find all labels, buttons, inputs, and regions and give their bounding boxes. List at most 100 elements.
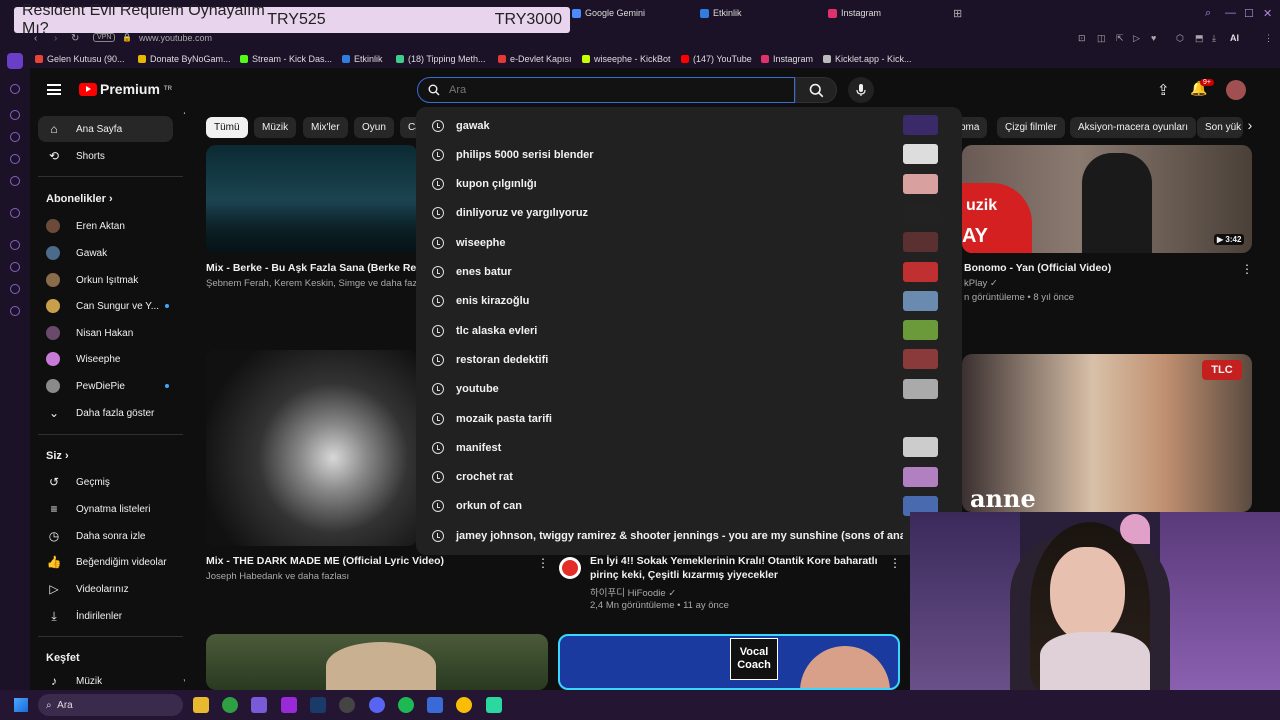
suggestion-thumbnail[interactable] — [903, 261, 938, 282]
sidebar-channel[interactable]: Gawak — [38, 240, 173, 266]
scroll-down-icon[interactable]: ▼ — [182, 677, 185, 686]
search-suggestion[interactable]: dinliyoruz ve yargılıyoruz — [416, 199, 962, 228]
sidebar-channel[interactable]: Orkun Işıtmak — [38, 267, 173, 293]
copilot-icon[interactable] — [251, 697, 267, 713]
channel-avatar[interactable] — [559, 557, 581, 579]
chip-music[interactable]: Müzik — [254, 117, 297, 138]
chrome-icon[interactable] — [456, 697, 472, 713]
video-thumbnail[interactable]: TLC anne — [962, 354, 1252, 512]
chip-cartoons[interactable]: Çizgi filmler — [997, 117, 1065, 138]
sidebar-channel[interactable]: PewDiePie — [38, 373, 173, 399]
suggestion-thumbnail[interactable] — [903, 290, 938, 311]
search-suggestion[interactable]: enis kirazoğlu — [416, 287, 962, 316]
channel-name[interactable]: 하이푸디 HiFoodie ✓ — [590, 585, 676, 599]
sidebar-item-your-videos[interactable]: ▷ Videolarınız — [38, 576, 173, 602]
video-title[interactable]: Mix - Berke - Bu Aşk Fazla Sana (Berke R… — [206, 261, 418, 275]
search-input[interactable] — [449, 84, 749, 96]
chips-next-icon[interactable]: › — [1240, 117, 1260, 138]
search-suggestion[interactable]: restoran dedektifi — [416, 345, 962, 374]
ai-button[interactable]: AI — [1230, 33, 1239, 43]
panel-icon-2[interactable] — [10, 110, 20, 120]
bookmark-icon[interactable]: ⊡ — [1078, 33, 1086, 44]
search-suggestion[interactable]: crochet rat — [416, 463, 962, 492]
bookmark-etkinlik[interactable]: Etkinlik — [342, 54, 383, 64]
maximize-icon[interactable]: ☐ — [1244, 7, 1254, 20]
subscriptions-header[interactable]: Abonelikler › — [46, 193, 113, 205]
bookmark-youtube[interactable]: (147) YouTube — [681, 54, 752, 64]
tab-instagram[interactable]: Instagram — [828, 8, 881, 18]
search-button[interactable] — [795, 77, 837, 103]
video-title[interactable]: Mix - THE DARK MADE ME (Official Lyric V… — [206, 554, 444, 568]
bookmark-kicklet[interactable]: Kicklet.app - Kick... — [823, 54, 912, 64]
steam-icon[interactable] — [310, 697, 326, 713]
panel-icon-7[interactable] — [10, 262, 20, 272]
search-suggestion[interactable]: orkun of can — [416, 492, 962, 521]
sidebar-item-history[interactable]: ↺ Geçmiş — [38, 469, 173, 495]
heart-icon[interactable]: ♥ — [1151, 33, 1156, 43]
sidebar-item-playlists[interactable]: ≡ Oynatma listeleri — [38, 496, 173, 522]
video-thumbnail[interactable] — [206, 634, 548, 690]
search-suggestion[interactable]: wiseephe — [416, 228, 962, 257]
chip-recent[interactable]: Son yük — [1197, 117, 1244, 138]
tab-google-gemini[interactable]: Google Gemini — [572, 8, 645, 18]
video-thumbnail[interactable]: uzik AY — [962, 145, 1252, 253]
suggestion-thumbnail[interactable] — [903, 173, 938, 194]
suggestion-thumbnail[interactable] — [903, 437, 938, 458]
suggestion-thumbnail[interactable] — [903, 144, 938, 165]
snapshot-icon[interactable]: ◫ — [1097, 33, 1106, 44]
suggestion-thumbnail[interactable] — [903, 320, 938, 341]
youtube-premium-logo[interactable]: Premium TR — [79, 81, 172, 97]
windows-start-icon[interactable] — [14, 698, 28, 712]
bookmark-gmail[interactable]: Gelen Kutusu (90... — [35, 54, 125, 64]
search-suggestion[interactable]: jamey johnson, twiggy ramirez & shooter … — [416, 521, 962, 550]
sidebar-show-more[interactable]: ⌄ Daha fazla göster — [38, 400, 173, 426]
player-icon[interactable]: ▷ — [1133, 33, 1140, 44]
search-suggestion[interactable]: gawak — [416, 111, 962, 140]
you-header[interactable]: Siz › — [46, 450, 69, 462]
sidebar-channel[interactable]: Nisan Hakan — [38, 320, 173, 346]
video-title[interactable]: En İyi 4!! Sokak Yemeklerinin Kralı! Ota… — [590, 554, 880, 582]
new-tab-icon[interactable]: ⊞ — [953, 7, 962, 20]
suggestion-thumbnail[interactable] — [903, 232, 938, 253]
sidebar-item-downloads[interactable]: ⤓ İndirilenler — [38, 603, 173, 629]
xbox-icon[interactable] — [222, 697, 238, 713]
taskbar-search[interactable]: ⌕ Ara — [38, 694, 183, 716]
sidebar-channel[interactable]: Wiseephe — [38, 346, 173, 372]
sidebar-channel[interactable]: Can Sungur ve Y... — [38, 293, 173, 319]
search-suggestion[interactable]: philips 5000 serisi blender — [416, 140, 962, 169]
chip-mixes[interactable]: Mix'ler — [303, 117, 348, 138]
bookmark-donate[interactable]: Donate ByNoGam... — [138, 54, 231, 64]
channel-name[interactable]: kPlay ✓ — [964, 278, 998, 289]
panel-icon-5[interactable] — [10, 176, 20, 186]
bookmark-kick-stream[interactable]: Stream - Kick Das... — [240, 54, 332, 64]
discord-icon[interactable] — [369, 697, 385, 713]
panel-icon-4[interactable] — [10, 154, 20, 164]
panel-icon-6[interactable] — [10, 240, 20, 250]
search-icon[interactable]: ⌕ — [1205, 7, 1211, 20]
extensions-icon[interactable]: ⬡ — [1176, 33, 1184, 44]
voice-search-button[interactable] — [848, 77, 874, 103]
account-avatar[interactable] — [1226, 80, 1246, 100]
video-thumbnail[interactable] — [206, 145, 418, 253]
app-icon[interactable] — [427, 697, 443, 713]
bookmark-tipping[interactable]: (18) Tipping Meth... — [396, 54, 486, 64]
file-explorer-icon[interactable] — [193, 697, 209, 713]
sidebar-item-shorts[interactable]: ⟲ Shorts — [38, 143, 173, 169]
suggestion-thumbnail[interactable] — [903, 378, 938, 399]
download-icon[interactable]: ⤓ — [1212, 33, 1216, 44]
search-suggestion[interactable]: tlc alaska evleri — [416, 316, 962, 345]
video-thumbnail[interactable]: Vocal Coach — [558, 634, 900, 690]
minimize-icon[interactable]: — — [1225, 7, 1236, 19]
chip-all[interactable]: Tümü — [206, 117, 248, 138]
share-icon[interactable]: ⇱ — [1116, 33, 1124, 44]
panel-icon-1[interactable] — [10, 84, 20, 94]
sidebar-item-home[interactable]: ⌂ Ana Sayfa — [38, 116, 173, 142]
suggestion-thumbnail[interactable] — [903, 349, 938, 370]
more-options-icon[interactable]: ⋮ — [1241, 262, 1253, 276]
search-suggestion[interactable]: youtube — [416, 375, 962, 404]
more-options-icon[interactable]: ⋮ — [537, 556, 549, 570]
bookmark-kickbot[interactable]: wiseephe - KickBot — [582, 54, 671, 64]
sidebar-channel[interactable]: Eren Aktan — [38, 213, 173, 239]
home-panel-icon[interactable] — [7, 53, 23, 69]
bookmark-instagram[interactable]: Instagram — [761, 54, 813, 64]
